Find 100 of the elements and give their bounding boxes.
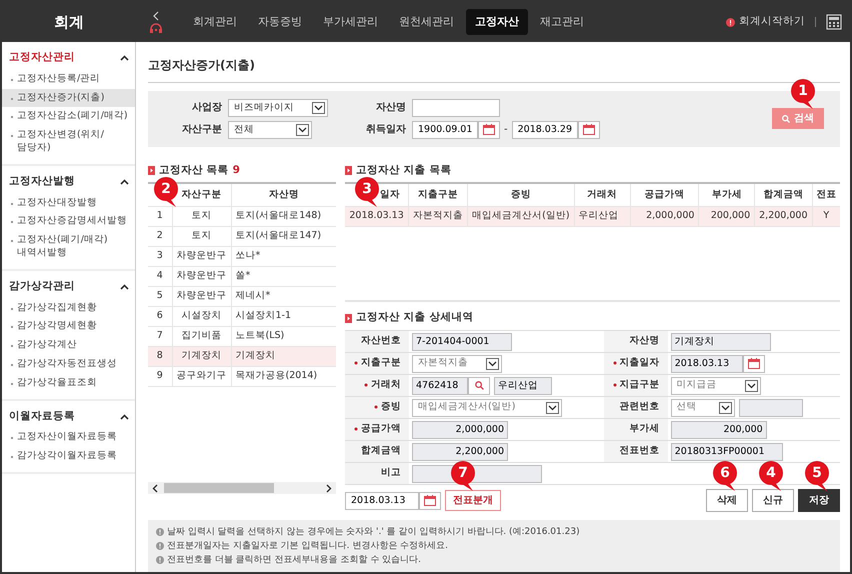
input-field[interactable]: 2018.03.29 [512,120,578,139]
dropdown[interactable]: 선택 [670,398,735,416]
input-field[interactable]: 7-201404-0001 [412,332,512,350]
collapse-icon[interactable] [120,178,129,185]
nav-tab[interactable]: 자동증빙 [249,8,311,36]
callout-tooltip: 6 [712,461,738,493]
table-cell: 1 [148,206,172,226]
input-field[interactable]: 4762418 [412,376,468,394]
table-row[interactable]: 9 공구와기구 목재가공용(2014) [148,366,336,386]
app-title: 회계 [54,12,84,33]
calendar-button[interactable] [419,492,441,510]
calendar-button[interactable] [478,120,500,139]
section-title: 고정자산 지출 상세내역 [356,310,474,326]
input-field[interactable]: 20180313FP00001 [670,442,783,460]
sidebar-item[interactable]: 고정자산(폐기/매각) 내역서발행 [2,231,135,263]
table-row[interactable]: 4 차량운반구 쏠* [148,266,336,286]
table-cell: 집기비품 [172,326,231,346]
caret-icon [486,358,499,370]
sidebar-item[interactable]: 고정자산증가(지출) [2,88,135,108]
field-label: 전표번호 [620,445,660,456]
table-cell: 6 [148,306,172,326]
collapse-icon[interactable] [120,284,129,290]
sidebar-item[interactable]: 감가상각계산 [2,336,135,355]
dropdown[interactable]: 전체 [228,120,312,139]
horizontal-scrollbar[interactable] [148,482,336,494]
section-heading[interactable]: 감가상각관리 [9,278,75,295]
table-row[interactable]: 5 차량운반구 제네시* [148,286,336,306]
table-row[interactable]: 2 토지 토지(서울대로147) [148,226,336,246]
calendar-icon [582,124,595,136]
nav-tab[interactable]: 원천세관리 [390,8,463,36]
caret-icon [546,402,559,414]
table-cell: 9 [148,366,172,386]
input-field[interactable]: 2,000,000 [412,420,508,438]
collapse-icon[interactable] [120,414,129,420]
table-cell: 8 [148,346,172,366]
search-button[interactable] [468,376,490,394]
sidebar-item[interactable]: 고정자산등록/관리 [2,70,135,89]
sidebar-item[interactable]: 감가상각이월자료등록 [2,447,135,466]
input-field[interactable]: 2018.03.13 [345,492,419,510]
sidebar-item[interactable]: 감가상각명세현황 [2,317,135,336]
sidebar-item[interactable]: 고정자산증감명세서발행 [2,212,135,232]
dropdown[interactable]: 자본적지출 [412,354,502,372]
dropdown[interactable]: 비즈메카이지 [228,98,328,117]
calendar-icon [483,124,495,136]
caret-icon [296,124,309,136]
sidebar-item[interactable]: 감가상각율표조회 [2,374,135,393]
field-label: 자산명 [375,101,407,116]
input-field[interactable]: 기계장치 [670,332,771,350]
note-text: 날짜 입력시 달력을 선택하지 않는 경우에는 숫자와 '.' 를 같이 입력하시기 바랍니다. (예:2016.01.23) [167,526,580,539]
input-field[interactable] [738,398,803,416]
action-button[interactable]: 저장 [798,489,840,512]
section-title: 고정자산 목록 [159,162,229,178]
sidebar-item[interactable]: 고정자산변경(위치/ 담당자) [2,126,135,158]
table-row[interactable]: 6 시설장치 시설장치1-1 [148,306,336,326]
table-row[interactable]: 1 토지 토지(서울대로148) [148,206,336,226]
search-icon [474,381,484,390]
nav-tab[interactable]: 고정자산 [466,8,528,36]
start-link[interactable]: 회계시작하기 [739,14,805,30]
sidebar-item[interactable]: 고정자산감소(폐기/매각) [2,107,135,126]
nav-tab[interactable]: 회계관리 [184,8,246,36]
collapse-icon[interactable] [120,54,129,61]
section-heading[interactable]: 이월자료등록 [9,408,75,424]
table-cell: 노트북(LS) [231,326,336,346]
required-icon [364,382,368,387]
dropdown[interactable]: 미지급금 [670,376,761,394]
section-heading[interactable]: 고정자산관리 [9,50,75,66]
table-row[interactable]: 8 기계장치 기계장치 [148,346,336,366]
calendar-button[interactable] [578,120,600,139]
table-cell: 2,000,000 [630,206,699,226]
sidebar-item[interactable]: 감가상각집계현황 [2,298,135,318]
section-marker-icon [345,314,352,323]
table-cell: 시설장치1-1 [231,306,336,326]
field-label: 합계금액 [361,445,401,456]
sidebar-item[interactable]: 감가상각자동전표생성 [2,355,135,374]
dropdown[interactable]: 매입세금계산서(일반) [412,398,562,416]
input-field[interactable]: 1900.09.01 [412,120,478,139]
info-icon [156,542,164,550]
calculator-icon[interactable] [826,14,842,30]
nav-tab[interactable]: 부가세관리 [314,8,387,36]
input-field[interactable]: 2,200,000 [412,442,508,460]
action-button[interactable]: 삭제 [706,489,748,512]
voucher-button[interactable]: 전표분개 [445,490,501,511]
section-heading[interactable]: 고정자산발행 [9,174,75,190]
action-button[interactable]: 신규 [752,489,794,512]
scrollbar-thumb[interactable] [164,483,274,494]
input-field[interactable]: 우리산업 [494,376,552,394]
table-cell: 5 [148,286,172,306]
field-label: 지출구분 [361,357,401,368]
calendar-button[interactable] [742,354,765,372]
sidebar-item[interactable]: 고정자산이월자료등록 [2,428,135,448]
sidebar-item[interactable]: 고정자산대장발행 [2,194,135,212]
date-separator: - [504,123,508,138]
input-field[interactable] [412,98,500,117]
table-row[interactable]: 7 집기비품 노트북(LS) [148,326,336,346]
nav-tab[interactable]: 재고관리 [531,8,593,36]
input-field[interactable]: 200,000 [670,420,767,438]
table-row[interactable]: 3 차량운반구 쏘나* [148,246,336,266]
section-marker-icon [148,166,155,175]
table-row[interactable]: 2018.03.13 자본적지출 매입세금계산서(일반) 우리산업 2,000,000 200,000 2,200,000 Y [345,206,840,226]
input-field[interactable]: 2018.03.13 [670,354,743,372]
